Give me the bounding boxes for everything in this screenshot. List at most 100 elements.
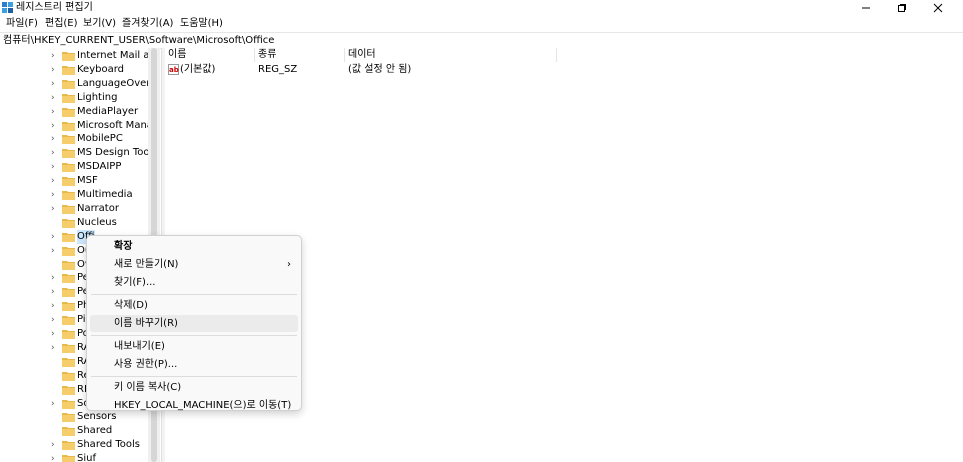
chevron-right-icon[interactable]: › xyxy=(51,299,59,313)
tree-item-label: Narrator xyxy=(77,202,119,214)
tree-item[interactable]: › MSF xyxy=(0,174,148,188)
value-type: REG_SZ xyxy=(258,64,298,75)
folder-icon xyxy=(62,288,75,298)
context-menu-item[interactable]: HKEY_LOCAL_MACHINE(으)로 이동(T) xyxy=(90,397,298,414)
tree-item[interactable]: › Narrator xyxy=(0,202,148,216)
context-menu-item-label: 키 이름 복사(C) xyxy=(114,382,182,393)
context-menu-item[interactable]: 확장 xyxy=(90,238,298,255)
folder-icon xyxy=(62,149,75,159)
close-button[interactable] xyxy=(920,0,956,16)
chevron-right-icon[interactable]: › xyxy=(51,146,59,160)
minimize-icon xyxy=(862,7,870,9)
tree-item-label: Siuf xyxy=(77,453,96,462)
chevron-right-icon[interactable]: › xyxy=(51,341,59,355)
tree-item[interactable]: Nucleus xyxy=(0,216,148,230)
context-menu-item-label: HKEY_LOCAL_MACHINE(으)로 이동(T) xyxy=(114,400,292,411)
tree-item[interactable]: › LanguageOverlay xyxy=(0,77,148,91)
column-header-type[interactable]: 종류 xyxy=(255,48,345,62)
tree-item-label: MSF xyxy=(77,175,98,187)
folder-icon xyxy=(62,218,75,228)
folder-icon xyxy=(62,371,75,381)
context-menu-item[interactable]: 키 이름 복사(C) xyxy=(90,379,298,396)
tree-item[interactable]: › Multimedia xyxy=(0,188,148,202)
submenu-arrow-icon: › xyxy=(287,259,291,270)
menu-edit[interactable]: 편집(E) xyxy=(43,17,80,31)
chevron-right-icon[interactable]: › xyxy=(51,174,59,188)
folder-icon xyxy=(62,135,75,145)
chevron-right-icon[interactable]: › xyxy=(51,188,59,202)
context-menu-item-label: 이름 바꾸기(R) xyxy=(114,318,178,329)
column-header-name[interactable]: 이름 xyxy=(165,48,255,62)
tree-item[interactable]: › MSDAIPP xyxy=(0,160,148,174)
tree-item[interactable]: › MobilePC xyxy=(0,132,148,146)
tree-item[interactable]: › Internet Mail and xyxy=(0,49,148,63)
folder-icon xyxy=(62,399,75,409)
folder-icon xyxy=(62,79,75,89)
close-icon xyxy=(933,3,943,13)
context-menu-item-label: 사용 권한(P)... xyxy=(114,359,178,370)
tree-item[interactable]: › Keyboard xyxy=(0,63,148,77)
menu-file[interactable]: 파일(F) xyxy=(4,17,40,31)
tree-item[interactable]: › MS Design Tools xyxy=(0,146,148,160)
menu-view[interactable]: 보기(V) xyxy=(81,17,118,31)
tree-item-label: Microsoft Manage xyxy=(77,119,148,131)
chevron-right-icon[interactable]: › xyxy=(51,271,59,285)
tree-item-label: Pi xyxy=(77,314,86,326)
chevron-right-icon[interactable]: › xyxy=(51,132,59,146)
folder-icon xyxy=(62,232,75,242)
chevron-right-icon[interactable]: › xyxy=(51,105,59,119)
tree-item[interactable]: Shared xyxy=(0,424,148,438)
chevron-right-icon[interactable]: › xyxy=(51,438,59,452)
context-menu-item[interactable]: 삭제(D) xyxy=(90,297,298,314)
minimize-button[interactable] xyxy=(848,0,884,16)
context-menu-item[interactable]: 찾기(F)... xyxy=(90,274,298,291)
chevron-right-icon[interactable]: › xyxy=(51,397,59,411)
tree-item[interactable]: › Microsoft Manage xyxy=(0,119,148,133)
tree-item-label: Multimedia xyxy=(77,189,133,200)
tree-item-label: MediaPlayer xyxy=(77,105,139,117)
context-menu-item[interactable]: 이름 바꾸기(R) xyxy=(90,315,298,332)
chevron-right-icon[interactable]: › xyxy=(51,91,59,105)
tree-item-label: LanguageOverlay xyxy=(77,77,148,89)
folder-icon xyxy=(62,385,75,395)
tree-item-label: Nucleus xyxy=(77,216,117,228)
menu-help[interactable]: 도움말(H) xyxy=(178,17,225,31)
value-row[interactable]: ab (기본값) REG_SZ (값 설정 안 됨) xyxy=(165,63,585,77)
folder-icon xyxy=(62,316,75,326)
folder-icon xyxy=(62,343,75,353)
folder-icon xyxy=(62,274,75,284)
chevron-right-icon[interactable]: › xyxy=(51,230,59,244)
title-bar: 레지스트리 편집기 xyxy=(0,0,963,16)
chevron-right-icon[interactable]: › xyxy=(51,119,59,133)
chevron-right-icon[interactable]: › xyxy=(51,244,59,258)
chevron-right-icon[interactable]: › xyxy=(51,327,59,341)
folder-icon xyxy=(62,191,75,200)
menu-favorites[interactable]: 즐겨찾기(A) xyxy=(120,17,175,31)
context-menu-item-label: 새로 만들기(N) xyxy=(114,259,179,270)
tree-item-label: MSDAIPP xyxy=(77,161,122,173)
folder-icon xyxy=(62,260,75,270)
context-menu-item[interactable]: 사용 권한(P)... xyxy=(90,356,298,373)
chevron-right-icon[interactable]: › xyxy=(51,77,59,91)
folder-icon xyxy=(62,121,75,131)
chevron-right-icon[interactable]: › xyxy=(51,49,59,63)
chevron-right-icon[interactable]: › xyxy=(51,452,59,462)
chevron-right-icon[interactable]: › xyxy=(51,202,59,216)
tree-item[interactable]: › Lighting xyxy=(0,91,148,105)
tree-item[interactable]: › MediaPlayer xyxy=(0,105,148,119)
chevron-right-icon[interactable]: › xyxy=(51,160,59,174)
context-menu-item[interactable]: 내보내기(E) xyxy=(90,338,298,355)
chevron-right-icon[interactable]: › xyxy=(51,285,59,299)
value-name: (기본값) xyxy=(180,64,216,75)
address-path[interactable]: 컴퓨터\HKEY_CURRENT_USER\Software\Microsoft… xyxy=(3,34,274,47)
column-header-data[interactable]: 데이터 xyxy=(345,48,557,62)
context-menu-item[interactable]: 새로 만들기(N) › xyxy=(90,256,298,273)
folder-icon xyxy=(62,204,75,214)
chevron-right-icon[interactable]: › xyxy=(51,63,59,77)
chevron-right-icon[interactable]: › xyxy=(51,313,59,327)
restore-button[interactable] xyxy=(884,0,920,16)
address-bar[interactable]: 컴퓨터\HKEY_CURRENT_USER\Software\Microsoft… xyxy=(0,32,963,49)
tree-item[interactable]: › Shared Tools xyxy=(0,438,148,452)
tree-item-label: MS Design Tools xyxy=(77,147,148,159)
tree-item[interactable]: › Siuf xyxy=(0,452,148,462)
